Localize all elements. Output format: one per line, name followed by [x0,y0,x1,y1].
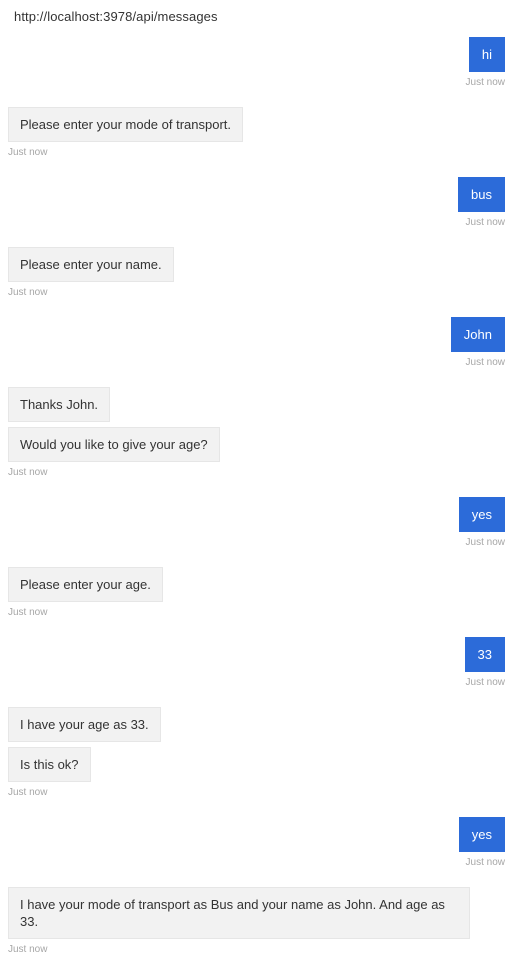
message-row: Is this ok? [8,747,508,782]
bot-message-bubble[interactable]: Is this ok? [8,747,91,782]
message-timestamp: Just now [465,537,505,548]
message-row: I have your mode of transport as Bus and… [8,887,508,939]
message-row: bus [8,177,508,212]
bot-message-bubble[interactable]: I have your mode of transport as Bus and… [8,887,470,939]
message-timestamp: Just now [8,944,48,955]
message-group-user: hi Just now [8,37,508,89]
message-group-bot: Please enter your age. Just now [8,567,508,619]
message-row: 33 [8,637,508,672]
message-row: I have your age as 33. [8,707,508,742]
chat-window: http://localhost:3978/api/messages hi Jus… [0,0,513,955]
message-row: hi [8,37,508,72]
message-timestamp: Just now [8,467,48,478]
user-message-bubble[interactable]: bus [458,177,505,212]
user-message-bubble[interactable]: 33 [464,637,505,672]
bot-message-bubble[interactable]: I have your age as 33. [8,707,161,742]
message-group-user: John Just now [8,317,508,369]
user-message-bubble[interactable]: yes [458,497,505,532]
bot-message-bubble[interactable]: Thanks John. [8,387,111,422]
message-timestamp: Just now [465,677,505,688]
message-timestamp: Just now [465,357,505,368]
message-group-user: 33 Just now [8,637,508,689]
message-timestamp: Just now [465,857,505,868]
message-transcript: hi Just now Please enter your mode of tran… [0,37,513,956]
message-row: yes [8,497,508,532]
bot-message-bubble[interactable]: Would you like to give your age? [8,427,220,462]
message-group-user: bus Just now [8,177,508,229]
bot-message-bubble[interactable]: Please enter your name. [8,247,174,282]
message-group-bot: Please enter your name. Just now [8,247,508,299]
message-row: Please enter your mode of transport. [8,107,508,142]
message-row: Please enter your age. [8,567,508,602]
message-timestamp: Just now [8,287,48,298]
message-timestamp: Just now [8,147,48,158]
endpoint-url-label: http://localhost:3978/api/messages [14,9,218,24]
message-row: Thanks John. [8,387,508,422]
user-message-bubble[interactable]: yes [458,817,505,852]
user-message-bubble[interactable]: John [450,317,505,352]
message-group-bot: Thanks John. Would you like to give your … [8,387,508,479]
bot-message-bubble[interactable]: Please enter your age. [8,567,163,602]
message-group-bot: I have your age as 33. Is this ok? Just no… [8,707,508,799]
message-row: John [8,317,508,352]
message-timestamp: Just now [465,77,505,88]
message-row: Please enter your name. [8,247,508,282]
message-group-user: yes Just now [8,817,508,869]
user-message-bubble[interactable]: hi [468,37,505,72]
message-timestamp: Just now [8,787,48,798]
message-group-bot: I have your mode of transport as Bus and… [8,887,508,956]
message-group-bot: Please enter your mode of transport. Just… [8,107,508,159]
message-row: yes [8,817,508,852]
message-row: Would you like to give your age? [8,427,508,462]
message-group-user: yes Just now [8,497,508,549]
message-timestamp: Just now [465,217,505,228]
message-timestamp: Just now [8,607,48,618]
bot-message-bubble[interactable]: Please enter your mode of transport. [8,107,244,142]
